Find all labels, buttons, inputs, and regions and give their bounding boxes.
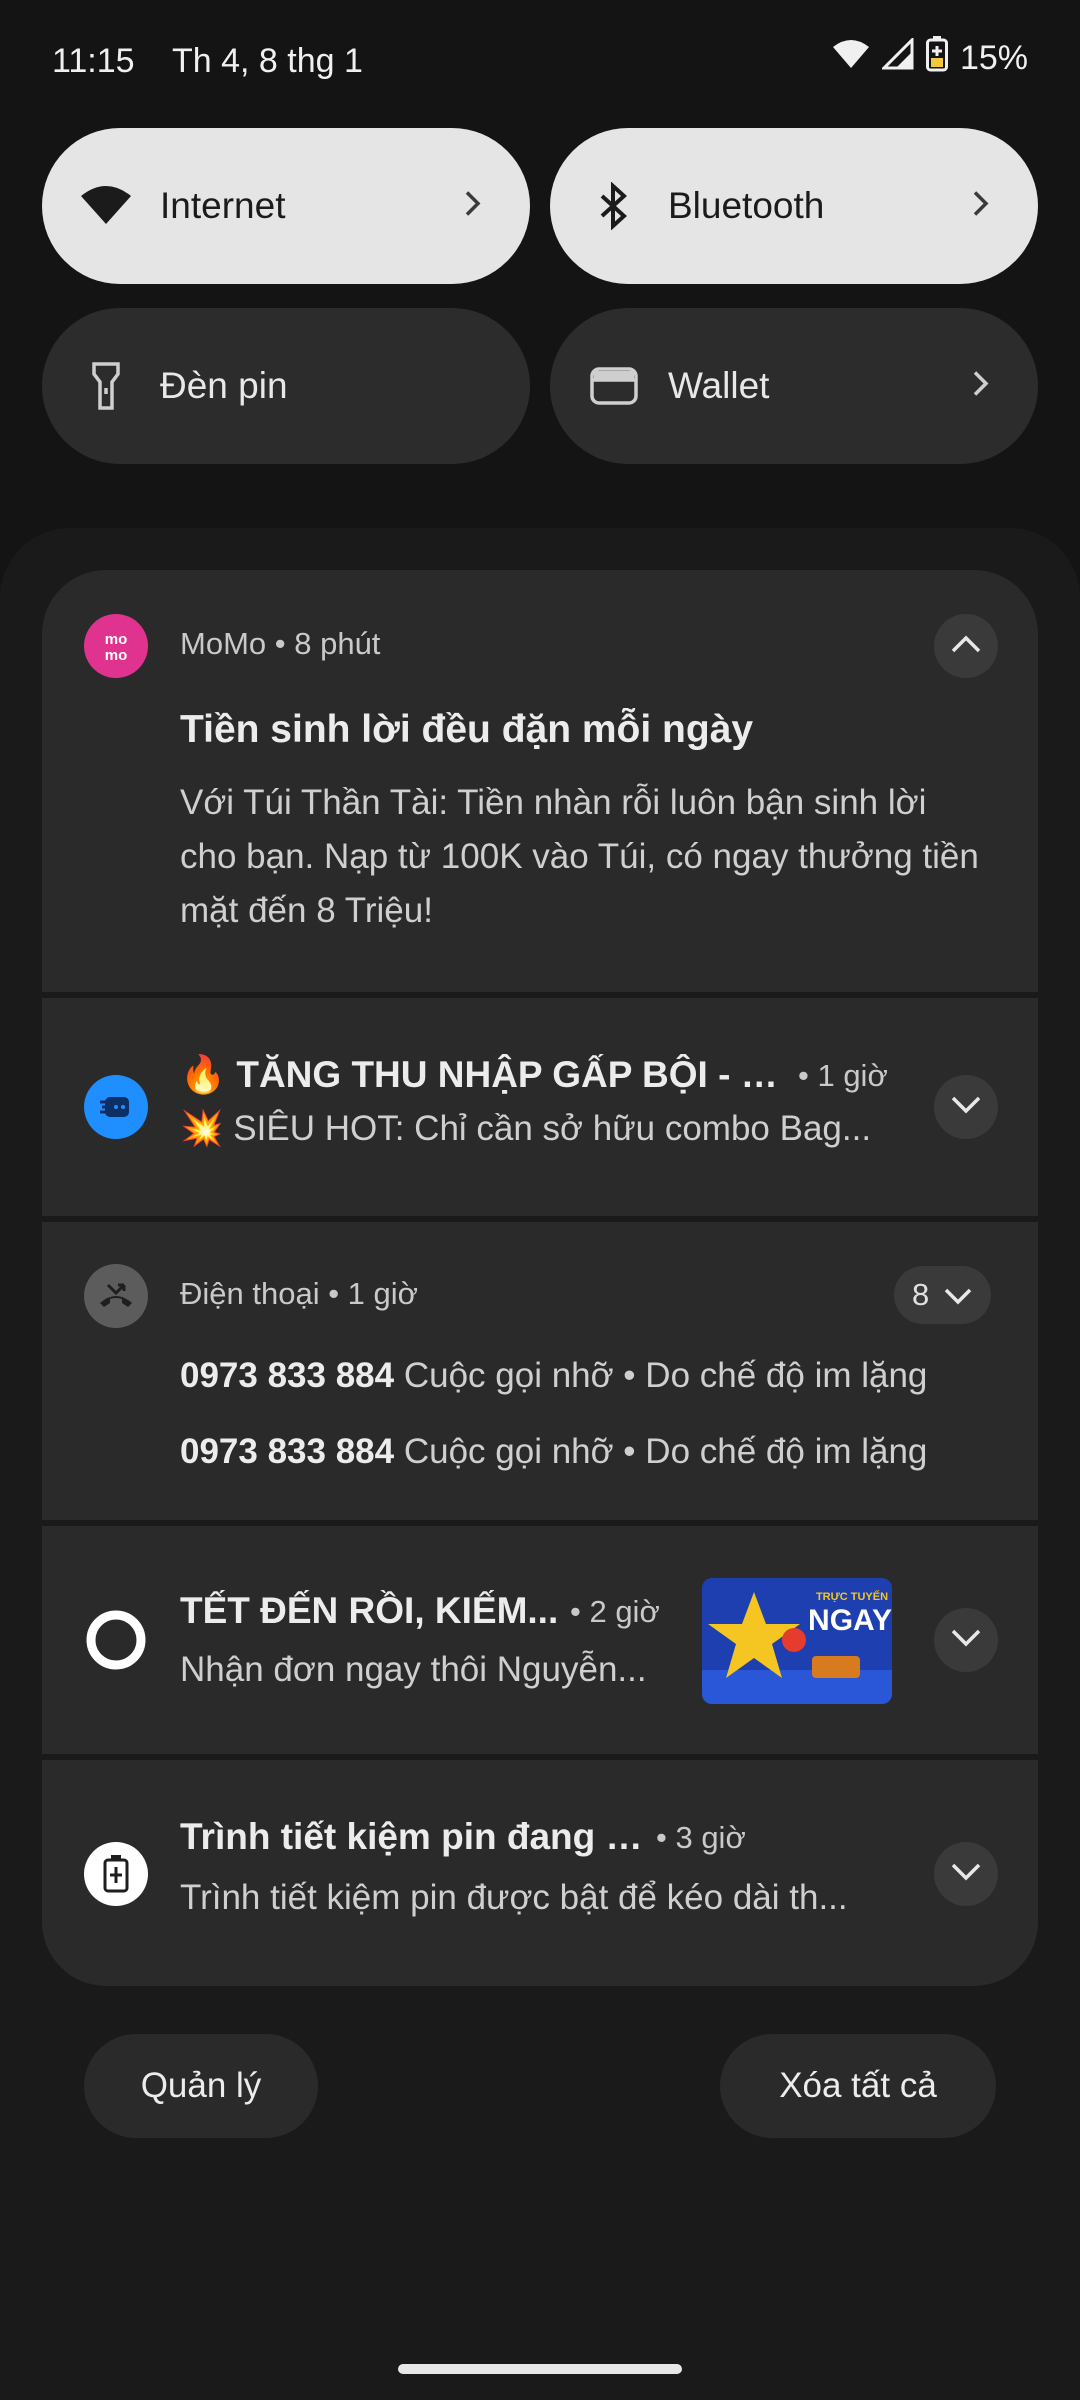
tile-label: Internet	[160, 185, 286, 226]
notification-body: Nhận đơn ngay thôi Nguyễn...	[180, 1650, 647, 1689]
bluetooth-icon	[586, 178, 642, 234]
notification-count: 8	[912, 1277, 930, 1312]
collapse-button[interactable]	[934, 614, 998, 678]
home-indicator[interactable]	[398, 2364, 682, 2374]
notification-body: Với Túi Thần Tài: Tiền nhàn rỗi luôn bận…	[180, 783, 979, 930]
svg-text:mo: mo	[105, 631, 128, 648]
call-detail: Cuộc gọi nhỡ • Do chế độ im lặng	[403, 1356, 928, 1395]
tile-bluetooth[interactable]: Bluetooth	[550, 128, 1038, 284]
notification-list: mo mo MoMo • 8 phút Tiền sinh lời đều đặ…	[42, 570, 1038, 1986]
expand-button[interactable]	[934, 1608, 998, 1672]
chevron-down-icon	[950, 1095, 982, 1120]
missed-call-row[interactable]: 0973 833 884 Cuộc gọi nhỡ • Do chế độ im…	[180, 1432, 1010, 1472]
chevron-right-icon	[464, 190, 482, 223]
wifi-status-icon	[832, 39, 870, 78]
missed-call-icon	[84, 1264, 148, 1328]
tile-wallet[interactable]: Wallet	[550, 308, 1038, 464]
call-detail: Cuộc gọi nhỡ • Do chế độ im lặng	[403, 1432, 928, 1471]
clear-all-button[interactable]: Xóa tất cả	[720, 2034, 996, 2138]
svg-text:mo: mo	[105, 647, 128, 664]
caller-number: 0973 833 884	[180, 1432, 395, 1471]
notification-time: • 3 giờ	[656, 1820, 746, 1855]
delivery-app-icon	[84, 1075, 148, 1139]
battery-saver-app-icon	[84, 1842, 148, 1906]
tile-flashlight[interactable]: Đèn pin	[42, 308, 530, 464]
expand-button[interactable]	[934, 1842, 998, 1906]
momo-app-icon: mo mo	[84, 614, 148, 678]
notification-title: Tiền sinh lời đều đặn mỗi ngày	[180, 708, 754, 751]
flashlight-icon	[78, 358, 134, 414]
notification-time: • 1 giờ	[798, 1058, 888, 1093]
svg-text:TRỰC TUYẾN: TRỰC TUYẾN	[816, 1590, 888, 1603]
tile-label: Đèn pin	[160, 365, 288, 406]
tile-internet[interactable]: Internet	[42, 128, 530, 284]
chevron-right-icon	[972, 190, 990, 223]
status-bar: 11:15 Th 4, 8 thg 1 15%	[52, 36, 1028, 92]
app-ring-icon	[84, 1608, 148, 1672]
notification-tet[interactable]: TẾT ĐẾN RỒI, KIẾM... • 2 giờ Nhận đơn ng…	[42, 1526, 1038, 1754]
missed-call-row[interactable]: 0973 833 884 Cuộc gọi nhỡ • Do chế độ im…	[180, 1356, 1010, 1396]
date: Th 4, 8 thg 1	[172, 42, 363, 80]
wifi-icon	[78, 178, 134, 234]
svg-text:NGAY: NGAY	[808, 1604, 892, 1637]
notification-app-name: Điện thoại • 1 giờ	[180, 1276, 418, 1311]
wallet-icon	[586, 358, 642, 414]
notification-thumbnail: TRỰC TUYẾN NGAY	[702, 1578, 892, 1704]
notification-phone[interactable]: Điện thoại • 1 giờ 8 0973 833 884 Cuộc g…	[42, 1222, 1038, 1520]
tile-label: Wallet	[668, 365, 770, 406]
notification-count-button[interactable]: 8	[894, 1266, 992, 1324]
notification-title: TẾT ĐẾN RỒI, KIẾM...	[180, 1590, 559, 1631]
notification-title: Trình tiết kiệm pin đang bật	[180, 1816, 660, 1857]
notification-title: 🔥 TĂNG THU NHẬP GẤP BỘI - RI...	[180, 1054, 780, 1095]
battery-percent: 15%	[959, 39, 1028, 77]
clock: 11:15	[52, 42, 135, 80]
status-icons: 15%	[832, 36, 1028, 81]
notification-promo[interactable]: 🔥 TĂNG THU NHẬP GẤP BỘI - RI... • 1 giờ …	[42, 998, 1038, 1216]
notification-battery[interactable]: Trình tiết kiệm pin đang bật • 3 giờ Trì…	[42, 1760, 1038, 1986]
chevron-right-icon	[972, 370, 990, 403]
caller-number: 0973 833 884	[180, 1356, 395, 1395]
notification-app-name: MoMo • 8 phút	[180, 626, 381, 661]
chevron-down-icon	[950, 1862, 982, 1887]
chevron-down-icon	[943, 1277, 973, 1313]
notification-time: • 2 giờ	[570, 1594, 660, 1629]
notification-body: 💥 SIÊU HOT: Chỉ cần sở hữu combo Bag...	[180, 1109, 872, 1148]
tile-label: Bluetooth	[668, 185, 825, 226]
manage-button[interactable]: Quản lý	[84, 2034, 318, 2138]
chevron-down-icon	[950, 1628, 982, 1653]
signal-icon	[880, 36, 914, 79]
notification-momo[interactable]: mo mo MoMo • 8 phút Tiền sinh lời đều đặ…	[42, 570, 1038, 992]
expand-button[interactable]	[934, 1075, 998, 1139]
battery-saver-icon	[925, 36, 948, 81]
chevron-up-icon	[950, 634, 982, 659]
notification-body: Trình tiết kiệm pin được bật để kéo dài …	[180, 1878, 848, 1917]
